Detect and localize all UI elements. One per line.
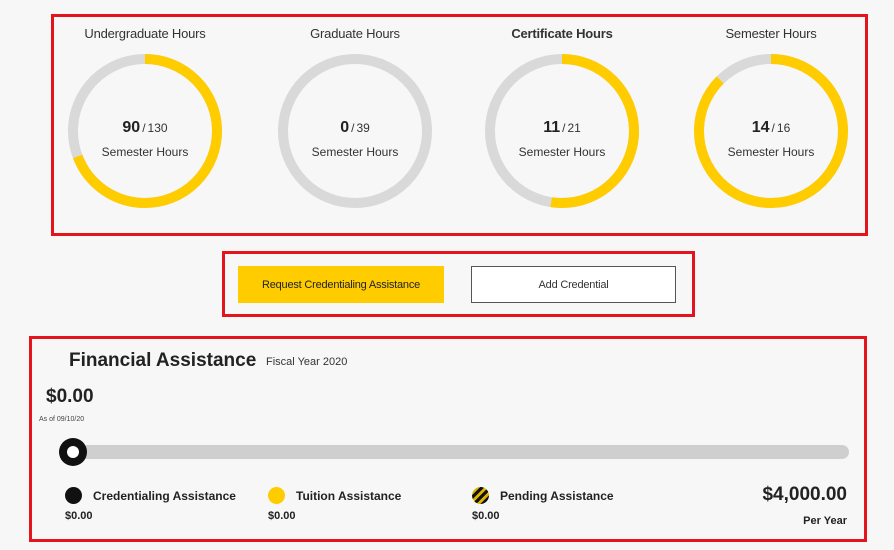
legend-value: $0.00 [65,510,93,522]
gauge-value: 14 [751,119,770,136]
as-of-date: As of 09/10/20 [39,416,85,423]
gauge-unit: Semester Hours [311,145,399,159]
actions-panel: Request Credentialing Assistance Add Cre… [222,251,695,317]
hours-summary-panel: Undergraduate Hours 90/130 Semester Hour… [51,14,868,236]
legend-tuition-assistance: Tuition Assistance $0.00 [268,487,401,522]
fiscal-year-label: Fiscal Year 2020 [266,356,348,368]
gauge-unit: Semester Hours [727,145,815,159]
gauge-max: 39 [356,121,370,135]
annual-limit-period: Per Year [803,515,847,527]
gauge-value: 90 [122,119,141,136]
assistance-progress-marker [59,438,87,466]
legend-label: Tuition Assistance [296,488,402,503]
legend-label: Pending Assistance [500,488,614,503]
financial-assistance-panel: Financial Assistance Fiscal Year 2020 $0… [29,336,867,542]
gauge-title: Graduate Hours [310,26,400,41]
black-dot-icon [65,487,82,504]
gauge-separator: / [562,121,566,135]
gauge-title: Semester Hours [725,26,817,41]
assistance-progress-track [69,445,849,459]
request-credentialing-assistance-button[interactable]: Request Credentialing Assistance [238,266,444,303]
hatched-dot-icon [472,487,489,504]
gauge-separator: / [771,121,775,135]
gauge-unit: Semester Hours [101,145,189,159]
marker-center [67,446,79,458]
gauge-semester-hours: Semester Hours 14/16 Semester Hours [691,23,851,211]
gauge-max: 21 [567,121,581,135]
gauge-value: 11 [543,119,561,136]
gauge-separator: / [142,121,146,135]
legend-value: $0.00 [268,510,296,522]
legend-credentialing-assistance: Credentialing Assistance $0.00 [65,487,236,522]
gauge-max: 16 [776,121,791,135]
gauge-graduate-hours: Graduate Hours 0/39 Semester Hours [275,23,435,211]
add-credential-button[interactable]: Add Credential [471,266,676,303]
legend-label: Credentialing Assistance [93,488,236,503]
gauge-unit: Semester Hours [518,145,606,159]
gauge-separator: / [351,121,355,135]
gauge-title: Undergraduate Hours [84,26,206,41]
legend-pending-assistance: Pending Assistance $0.00 [472,487,614,522]
gauge-max: 130 [147,121,168,135]
gauge-undergraduate-hours: Undergraduate Hours 90/130 Semester Hour… [65,23,225,211]
gauge-title: Certificate Hours [511,26,613,41]
gauge-certificate-hours: Certificate Hours 11/21 Semester Hours [482,23,642,211]
assistance-amount: $0.00 [46,386,94,407]
legend-value: $0.00 [472,510,500,522]
yellow-dot-icon [268,487,285,504]
gauge-value: 0 [340,119,350,136]
financial-assistance-title: Financial Assistance [69,350,257,371]
annual-limit-amount: $4,000.00 [762,484,847,505]
